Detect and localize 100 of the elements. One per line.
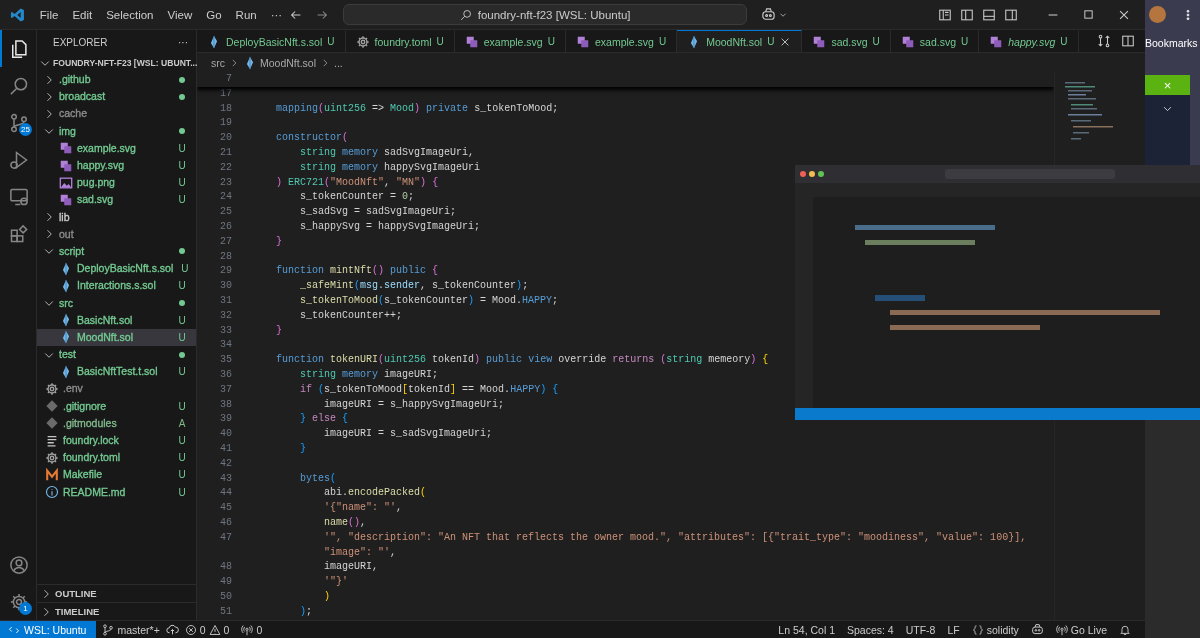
menu-item[interactable]: File <box>32 5 66 24</box>
explorer-entry[interactable]: happy.svg U <box>37 156 196 175</box>
folder-item[interactable]: broadcast <box>37 88 196 106</box>
sidebar-toggle-icon[interactable] <box>960 7 974 22</box>
line-number: 27 <box>219 234 233 249</box>
line-number: 25 <box>219 205 233 220</box>
code-line: } else { <box>300 412 350 427</box>
image-file-icon <box>59 175 73 190</box>
menu-item[interactable]: Edit <box>65 5 100 24</box>
code-line: s_happySvg = happySvgImageUri; <box>300 219 482 234</box>
line-number: 20 <box>219 131 233 146</box>
folder-item[interactable]: cache <box>37 105 196 123</box>
explorer-entry[interactable]: README.md U <box>37 483 196 501</box>
more-actions[interactable]: ··· <box>178 36 188 48</box>
explorer-entry[interactable]: .env <box>37 380 196 398</box>
folder-item[interactable]: img <box>37 122 196 140</box>
error-icon <box>184 623 197 636</box>
line-number: 28 <box>219 249 233 264</box>
explorer-entry[interactable]: DeployBasicNft.s.sol U <box>37 260 196 278</box>
ports-indicator[interactable]: 0 <box>235 623 269 636</box>
svg-file-icon <box>900 34 915 49</box>
code-line: imageURI = s_sadSvgImageUri; <box>324 427 494 442</box>
menu-item[interactable]: Run <box>228 5 264 24</box>
activity-tab[interactable]: 25 <box>0 104 36 141</box>
line-number: 36 <box>219 367 233 382</box>
breadcrumb-item[interactable]: MoodNft.sol <box>243 55 317 70</box>
workspace-root[interactable]: FOUNDRY-NFT-F23 [WSL: UBUNT... <box>37 54 196 71</box>
code-line: function mintNft() public { <box>276 264 440 279</box>
gear-icon <box>355 34 370 49</box>
code-line: s_tokenToMood(s_tokenCounter) = Mood.HAPPY; <box>300 293 560 308</box>
bell-icon[interactable] <box>1119 623 1131 636</box>
folder-item[interactable]: src <box>37 294 196 312</box>
status-item[interactable]: UTF-8 <box>899 623 942 636</box>
go-live-button[interactable]: Go Live <box>1049 623 1113 636</box>
git-status-letter: U <box>178 280 186 292</box>
menu-item[interactable]: Selection <box>99 5 161 24</box>
explorer-entry[interactable]: sad.svg U <box>37 191 196 209</box>
status-item[interactable]: Spaces: 4 <box>841 623 900 636</box>
code-line: abi.encodePacked( <box>324 486 428 501</box>
chevron-icon <box>229 57 239 68</box>
bookmarks-heading: Bookmarks <box>1145 37 1199 49</box>
code-line: mapping(uint256 => Mood) private s_tokenToMood; <box>276 101 560 116</box>
scrollbar[interactable] <box>1190 75 1200 165</box>
account-icon[interactable] <box>9 554 29 575</box>
layout-icon[interactable] <box>938 7 952 22</box>
status-item[interactable]: Ln 54, Col 1 <box>772 623 841 636</box>
explorer-entry[interactable]: Makefile U <box>37 466 196 484</box>
breadcrumb-item[interactable]: ... <box>334 56 343 69</box>
explorer-entry[interactable]: MoodNft.sol U <box>37 328 196 346</box>
count-badge: 1 <box>19 602 32 615</box>
line-number: 32 <box>219 308 233 323</box>
menu-item[interactable]: Go <box>199 5 229 24</box>
explorer-entry[interactable]: foundry.toml U <box>37 449 196 467</box>
explorer-entry[interactable]: BasicNft.sol U <box>37 311 196 329</box>
editor-tab[interactable]: MoodNft.sol U <box>677 30 803 52</box>
line-number: 39 <box>219 412 233 427</box>
explorer-entry[interactable]: foundry.lock U <box>37 431 196 450</box>
gear-icon <box>45 450 59 465</box>
cloud-sync-icon[interactable] <box>165 623 179 636</box>
diamond-icon <box>45 416 59 431</box>
panel-toggle-icon[interactable] <box>982 7 996 22</box>
status-item[interactable]: LF <box>941 623 966 636</box>
folder-item[interactable]: script <box>37 242 196 261</box>
svg-file-icon <box>59 158 73 173</box>
explorer-entry[interactable]: BasicNftTest.t.sol U <box>37 363 196 381</box>
panel-header[interactable]: OUTLINE <box>37 584 196 602</box>
explorer-entry[interactable]: .gitmodules A <box>37 414 196 432</box>
diamond-icon <box>45 399 59 414</box>
split-editor-icon[interactable] <box>1121 34 1135 48</box>
menu-item[interactable]: View <box>160 5 200 24</box>
compare-changes-icon[interactable] <box>1097 34 1111 48</box>
line-number: 37 <box>219 382 233 397</box>
line-number: 33 <box>219 323 233 338</box>
folder-item[interactable]: out <box>37 225 196 243</box>
branch-indicator[interactable]: master*+ <box>96 623 166 636</box>
svg-file-icon <box>812 34 827 49</box>
remote-indicator[interactable]: WSL: Ubuntu <box>0 621 97 638</box>
maximize-icon[interactable] <box>1082 7 1095 21</box>
app-logo-icon <box>10 6 25 23</box>
line-number: 40 <box>219 427 233 442</box>
explorer-entry[interactable]: example.svg U <box>37 139 196 157</box>
folder-item[interactable]: test <box>37 346 196 364</box>
explorer-entry[interactable]: Interactions.s.sol U <box>37 277 196 295</box>
breadcrumb-item[interactable]: src <box>211 56 225 69</box>
svg-file-icon <box>59 141 73 156</box>
explorer-entry[interactable]: .gitignore U <box>37 397 196 415</box>
problems-indicator[interactable]: 0 0 <box>178 623 236 636</box>
language-indicator[interactable]: solidity <box>965 623 1025 636</box>
folder-item[interactable]: lib <box>37 208 196 226</box>
code-line: bytes( <box>300 471 338 486</box>
folder-item[interactable]: .github <box>37 71 196 89</box>
more-menu[interactable]: ··· <box>263 5 290 24</box>
code-line: string memory sadSvgImageUri, <box>300 146 476 160</box>
line-number: 30 <box>219 279 233 294</box>
git-status-letter: U <box>178 400 186 412</box>
command-center[interactable]: foundry-nft-f23 [WSL: Ubuntu] <box>343 4 747 25</box>
line-number: 17 <box>219 86 233 101</box>
secondary-sidebar-icon[interactable] <box>1004 7 1018 22</box>
avatar-icon[interactable] <box>1149 6 1166 23</box>
explorer-entry[interactable]: pug.png U <box>37 174 196 192</box>
